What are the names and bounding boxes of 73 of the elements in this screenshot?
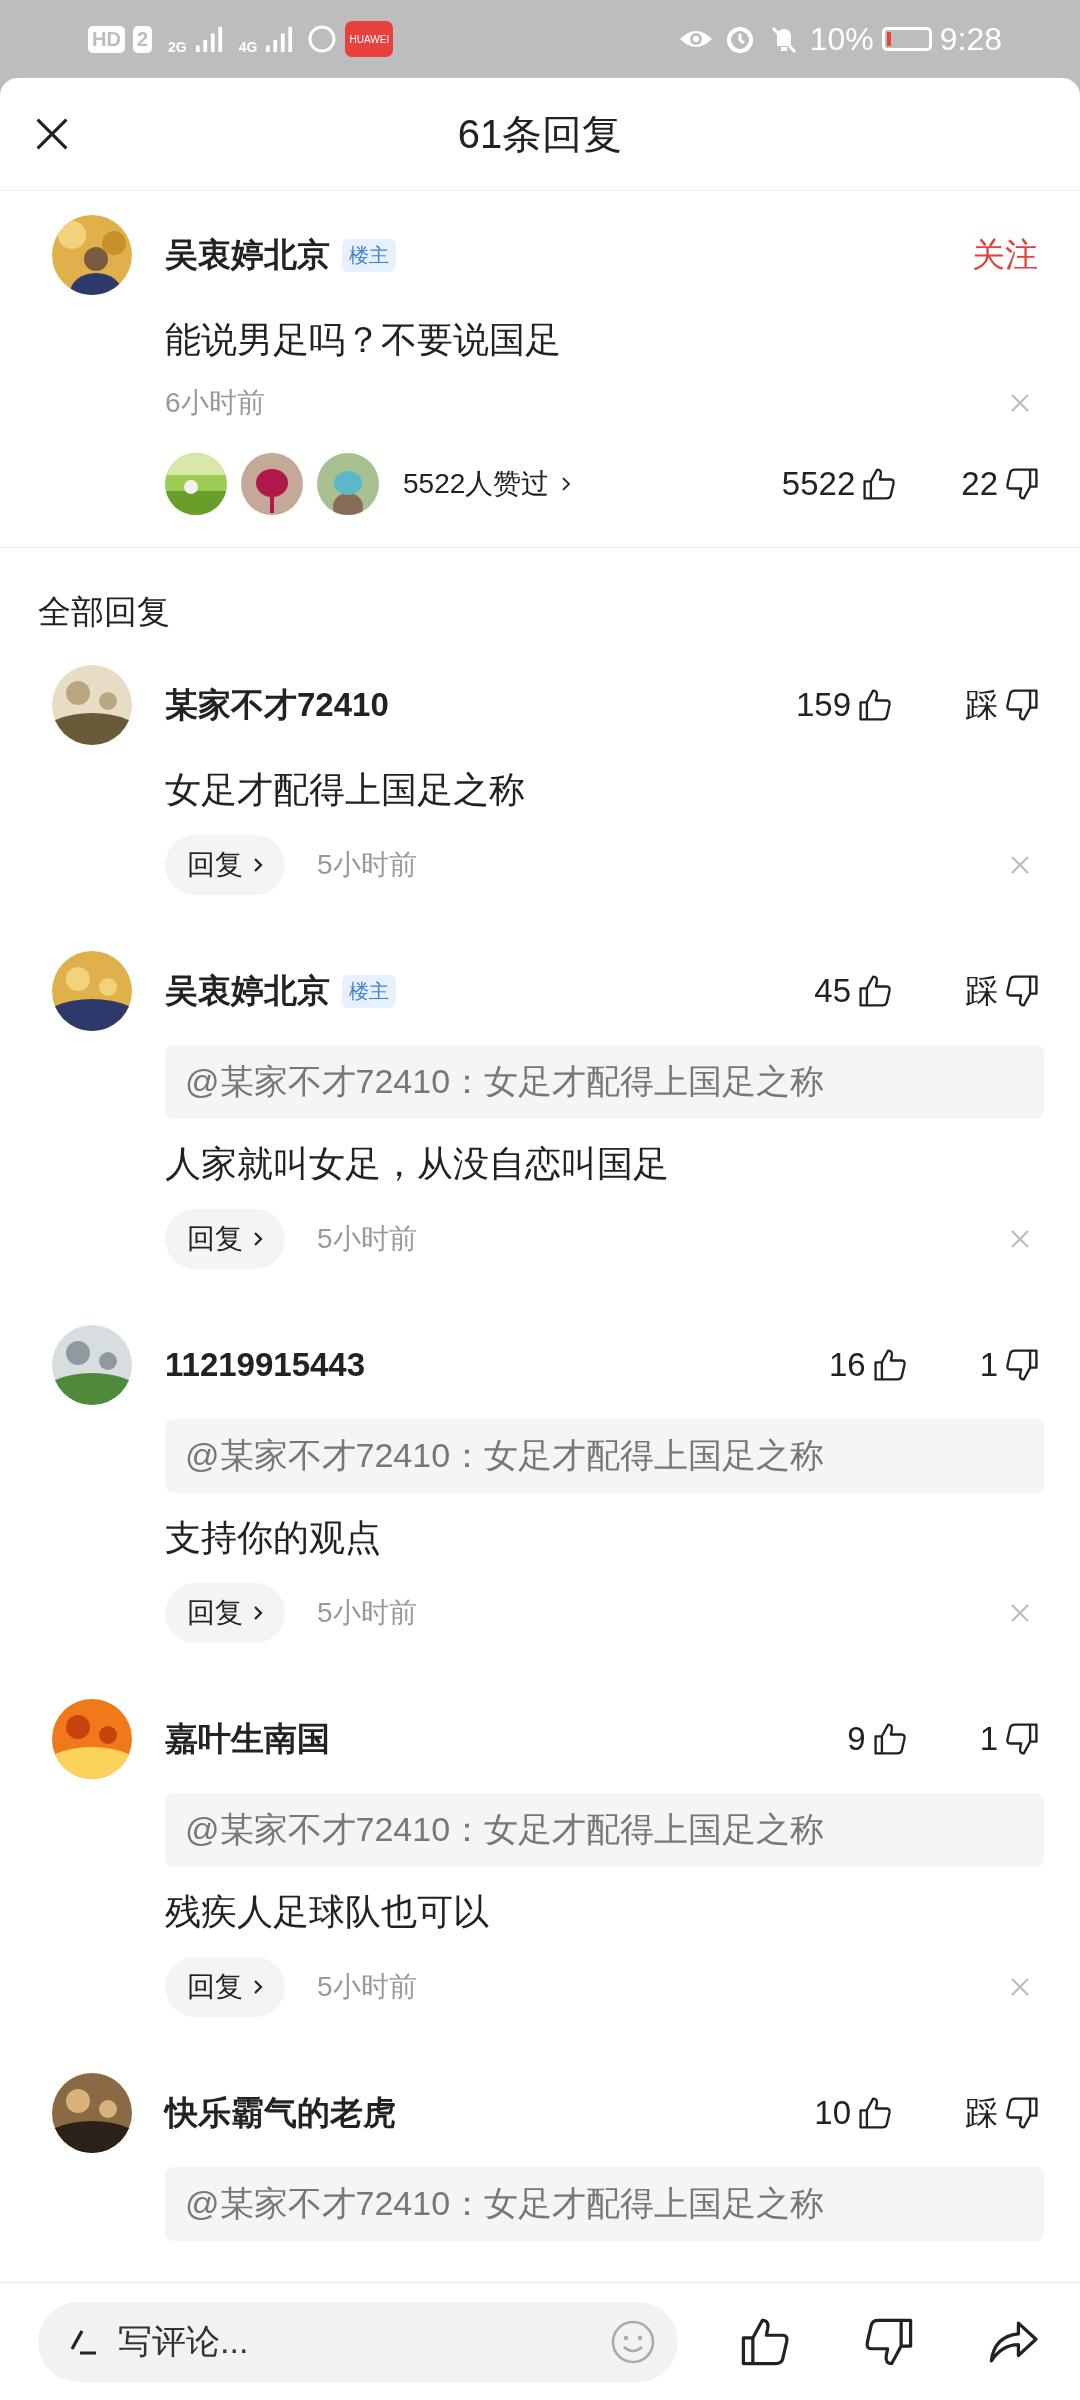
dislike-label: 踩 — [965, 2092, 998, 2133]
signal-icon — [265, 25, 294, 53]
comment-text: 能说男足吗？不要说国足 — [165, 318, 562, 362]
like-count: 10 — [814, 2094, 851, 2132]
user-name[interactable]: 11219915443 — [165, 1346, 366, 1384]
comment-time: 5小时前 — [317, 1222, 417, 1256]
clock: 9:28 — [939, 20, 1002, 58]
sim-badge: 2 — [132, 25, 152, 53]
thumbs-down-icon[interactable] — [1004, 973, 1040, 1009]
quoted-reply: @某家不才72410：女足才配得上国足之称 — [165, 1793, 1044, 1867]
signal-icon — [194, 25, 223, 53]
like-count: 159 — [795, 686, 851, 724]
thumbs-up-icon[interactable] — [857, 687, 893, 723]
user-name[interactable]: 吴衷婷北京 — [165, 232, 330, 278]
sheet-title: 61条回复 — [457, 110, 623, 158]
comment-text: 支持你的观点 — [165, 1516, 382, 1560]
comment-time: 6小时前 — [165, 386, 265, 420]
thumbs-up-icon[interactable] — [857, 2095, 893, 2131]
network-label: 2G — [168, 39, 187, 55]
thumbs-up-icon[interactable] — [871, 1721, 908, 1757]
reply-button[interactable]: 回复 — [165, 1957, 285, 2017]
comment-time: 5小时前 — [317, 848, 417, 882]
chevron-right-icon — [561, 476, 572, 492]
comment-field[interactable]: 写评论... — [38, 2301, 678, 2382]
author-tag: 楼主 — [342, 974, 396, 1008]
thumbs-down-icon[interactable] — [1004, 2095, 1040, 2131]
loading-icon — [307, 24, 338, 54]
dislike-count: 22 — [961, 465, 998, 503]
thumbs-down-icon[interactable] — [1004, 1721, 1040, 1757]
chevron-right-icon — [253, 1605, 263, 1621]
dislike-label: 踩 — [965, 970, 998, 1011]
comment-text: 残疾人足球队也可以 — [165, 1890, 490, 1934]
like-count: 5522 — [781, 465, 856, 503]
comment-text: 人家就叫女足，从没自恋叫国足 — [165, 1142, 670, 1186]
comment-input[interactable]: 写评论... — [116, 2321, 610, 2362]
quoted-reply: @某家不才72410：女足才配得上国足之称 — [165, 1419, 1044, 1493]
dislike-label: 1 — [979, 1720, 998, 1758]
chevron-right-icon — [253, 1979, 263, 1995]
app-icon: HUAWEI — [345, 21, 394, 57]
reply-button[interactable]: 回复 — [165, 835, 285, 895]
thumbs-down-icon[interactable] — [1004, 466, 1040, 502]
hd-badge: HD — [88, 25, 125, 53]
likers-link[interactable]: 5522人赞过 — [403, 465, 550, 503]
thumbs-down-icon[interactable] — [1004, 687, 1040, 723]
comment-text: 女足才配得上国足之称 — [165, 768, 526, 812]
battery-icon — [881, 27, 932, 51]
user-name[interactable]: 嘉叶生南国 — [165, 1716, 330, 1762]
thumbs-down-icon[interactable] — [1004, 1347, 1040, 1383]
user-name[interactable]: 某家不才72410 — [165, 682, 389, 728]
comment-time: 5小时前 — [317, 1596, 417, 1630]
battery-percent: 10% — [809, 20, 874, 58]
section-title: 全部回复 — [37, 592, 171, 632]
thumbs-up-icon[interactable] — [857, 973, 893, 1009]
dislike-label: 1 — [979, 1346, 998, 1384]
author-tag: 楼主 — [342, 238, 396, 272]
quoted-reply: @某家不才72410：女足才配得上国足之称 — [165, 1045, 1044, 1119]
reply-button[interactable]: 回复 — [165, 1583, 285, 1643]
close-icon[interactable] — [34, 116, 70, 152]
thumbs-up-icon[interactable] — [861, 466, 898, 502]
thumbs-up-icon[interactable] — [871, 1347, 908, 1383]
chevron-right-icon — [253, 857, 263, 873]
chevron-right-icon — [253, 1231, 263, 1247]
like-count: 16 — [828, 1346, 866, 1384]
like-count: 9 — [847, 1720, 866, 1758]
dislike-label: 踩 — [965, 684, 998, 725]
follow-button[interactable]: 关注 — [972, 232, 1038, 278]
user-name[interactable]: 吴衷婷北京 — [165, 968, 330, 1014]
like-count: 45 — [814, 972, 851, 1010]
comment-time: 5小时前 — [317, 1970, 417, 2004]
network-label: 4G — [238, 39, 258, 55]
quoted-reply: @某家不才72410：女足才配得上国足之称 — [165, 2167, 1044, 2241]
user-name[interactable]: 快乐霸气的老虎 — [165, 2090, 396, 2136]
reply-button[interactable]: 回复 — [165, 1209, 285, 1269]
